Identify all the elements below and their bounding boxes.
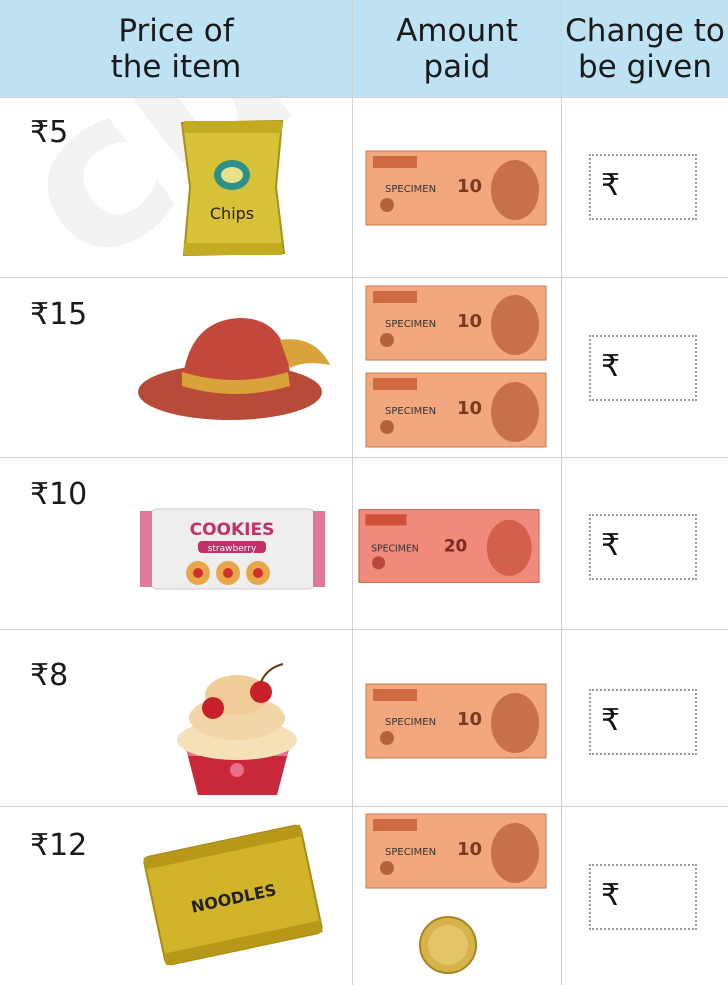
price-label: ₹15: [30, 297, 88, 332]
header-change: Change to be given: [562, 0, 728, 97]
worksheet: cuemath Price ofthe item Amountpaid Chan…: [0, 0, 728, 985]
svg-text:10: 10: [457, 398, 482, 419]
cookies-packet-icon: COOKIES strawberry: [140, 508, 325, 590]
price-label: ₹10: [30, 477, 88, 512]
svg-text:10: 10: [457, 176, 482, 197]
row-divider: [0, 806, 728, 807]
ten-rupee-note-icon: SPECIMEN 10: [365, 683, 547, 759]
svg-text:strawberry: strawberry: [208, 544, 257, 554]
row-divider: [0, 629, 728, 630]
change-answer-box[interactable]: ₹: [589, 689, 697, 755]
ten-rupee-note-icon: SPECIMEN 10: [365, 813, 547, 889]
change-answer-box[interactable]: ₹: [589, 864, 697, 930]
svg-text:10: 10: [457, 709, 482, 730]
svg-text:Chips: Chips: [210, 204, 254, 223]
ten-rupee-note-icon: SPECIMEN 10: [365, 372, 547, 448]
change-answer-box[interactable]: ₹: [589, 154, 697, 220]
row-divider: [0, 457, 728, 458]
noodles-packet-icon: NOODLES: [143, 824, 323, 966]
price-label: ₹8: [30, 658, 69, 693]
five-rupee-coin-icon: [419, 916, 477, 974]
header-price: Price of the item: [0, 0, 352, 97]
svg-text:SPECIMEN: SPECIMEN: [371, 544, 419, 555]
ten-rupee-note-icon: SPECIMEN 10: [365, 285, 547, 361]
svg-text:20: 20: [444, 536, 467, 556]
svg-text:SPECIMEN: SPECIMEN: [385, 406, 436, 417]
svg-text:SPECIMEN: SPECIMEN: [385, 847, 436, 858]
svg-text:10: 10: [457, 839, 482, 860]
change-answer-box[interactable]: ₹: [589, 514, 697, 580]
ten-rupee-note-icon: SPECIMEN 10: [365, 150, 547, 226]
header-amount-paid: Amount paid: [353, 0, 561, 97]
price-label: ₹5: [30, 115, 69, 150]
chips-packet-icon: Chips: [180, 119, 286, 257]
twenty-rupee-note-icon: SPECIMEN 20: [358, 509, 540, 583]
svg-text:COOKIES: COOKIES: [190, 520, 275, 540]
row-divider: [0, 277, 728, 278]
change-answer-box[interactable]: ₹: [589, 335, 697, 401]
row-divider: [0, 97, 728, 98]
column-divider: [352, 0, 353, 985]
svg-text:SPECIMEN: SPECIMEN: [385, 717, 436, 728]
svg-text:SPECIMEN: SPECIMEN: [385, 184, 436, 195]
price-label: ₹12: [30, 828, 88, 863]
hat-icon: [138, 318, 330, 420]
cupcake-icon: [177, 663, 297, 795]
svg-text:SPECIMEN: SPECIMEN: [385, 319, 436, 330]
svg-text:10: 10: [457, 311, 482, 332]
column-divider: [561, 0, 562, 985]
